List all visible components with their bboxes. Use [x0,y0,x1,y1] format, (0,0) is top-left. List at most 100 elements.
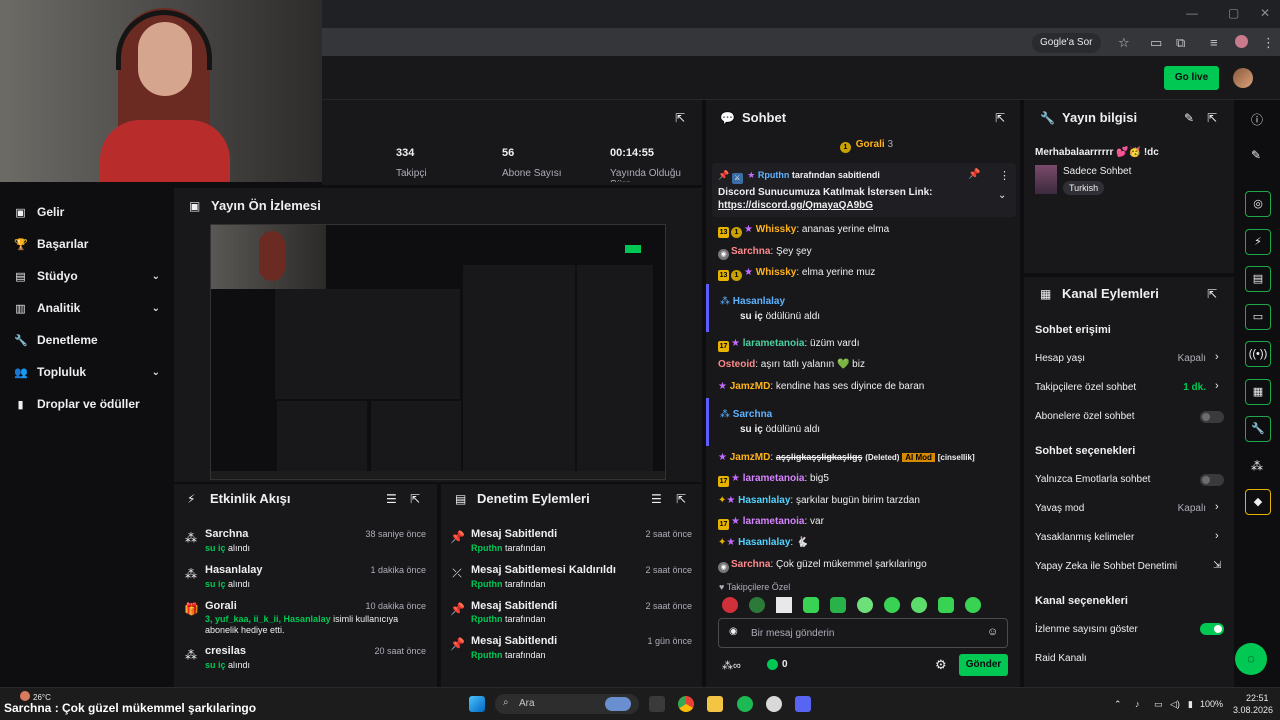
account-age-value[interactable]: Kapalı [1150,353,1206,364]
chevron-right-icon[interactable]: › [1215,501,1219,513]
sidebar-item-moderation[interactable]: 🔧 Denetleme [14,330,160,350]
maximize-icon[interactable]: ▢ [1228,6,1239,20]
spotify-icon[interactable] [737,696,753,712]
deleted-message[interactable]: ★ JamzMD: aşşligkaşşligkaşligş (Deleted)… [718,452,975,463]
chevron-right-icon[interactable]: › [1215,351,1219,363]
microphone-icon[interactable]: ♪ [1135,699,1140,709]
slow-mode-label[interactable]: Yavaş mod [1035,503,1084,514]
account-age-label[interactable]: Hesap yaşı [1035,353,1085,364]
viewer-count-toggle[interactable] [1200,623,1224,635]
document-icon[interactable]: ▤ [1245,266,1271,292]
profile-avatar-icon[interactable] [1235,35,1248,48]
broadcast-icon[interactable]: ((•)) [1245,341,1271,367]
send-button[interactable]: Gönder [959,654,1008,676]
emote-only-toggle[interactable] [1200,474,1224,486]
chat-message[interactable]: Osteoid: aşırı tatlı yalanın 💚 biz [718,359,865,370]
battery-icon[interactable]: ▮ [1188,699,1193,710]
chat-message[interactable]: ◉ Sarchna: Çok güzel mükemmel şarkılaring… [718,559,927,573]
banned-words-label[interactable]: Yasaklanmış kelimeler [1035,532,1134,543]
chevron-right-icon[interactable]: › [1215,530,1219,542]
emote-icon[interactable] [911,597,927,613]
emote-icon[interactable] [776,597,792,613]
emoji-icon[interactable]: ☺ [987,626,998,638]
redeem-message[interactable]: ⁂ Hasanlalay [720,296,785,307]
chat-message[interactable]: ★ JamzMD: kendine has ses diyince de bar… [718,381,924,392]
chat-message[interactable]: ✦★ Hasanlalay: 🐇 [718,537,808,548]
popout-icon[interactable]: ⇱ [1207,111,1217,125]
pin-toggle-icon[interactable]: 📌 [968,169,980,180]
emote-icon[interactable] [938,597,954,613]
sidebar-item-achievements[interactable]: 🏆 Başarılar [14,234,160,254]
minimize-icon[interactable]: — [1186,6,1198,20]
sidebar-item-community[interactable]: 👥 Topluluk ⌄ [14,362,160,382]
chevron-right-icon[interactable]: › [1215,380,1219,392]
filter-icon[interactable]: ☰ [386,492,397,506]
redeems-icon[interactable]: ⁂ [1251,459,1263,473]
weather-icon[interactable] [20,691,30,701]
chat-message[interactable]: ◉ Sarchna: Şey şey [718,246,812,260]
pinned-link[interactable]: https://discord.gg/QmayaQA9bG [718,200,873,211]
emote-icon[interactable] [857,597,873,613]
task-view-icon[interactable] [649,696,665,712]
popout-icon[interactable]: ⇱ [410,492,420,506]
edit-icon[interactable]: ✎ [1184,111,1194,125]
chat-message[interactable]: ✦★ Hasanlalay: şarkılar bugün birim tarz… [718,495,920,506]
taskbar-search[interactable]: ⌕ Ara [495,694,639,714]
user-avatar[interactable] [1233,68,1253,88]
sub-chat-toggle[interactable] [1200,411,1224,423]
more-options-icon[interactable]: ⋮ [999,169,1010,182]
discord-icon[interactable] [795,696,811,712]
follower-chat-value[interactable]: 1 dk. [1150,382,1206,393]
cast-icon[interactable]: ▭ [1150,35,1162,51]
filter-icon[interactable]: ☰ [651,492,662,506]
chat-settings-gear-icon[interactable]: ⚙ [935,657,947,673]
chat-message[interactable]: 13 1 ★ Whissky: elma yerine muz [718,267,875,281]
pencil-icon[interactable]: ✎ [1251,148,1261,162]
extensions-icon[interactable]: ⧉ [1176,35,1185,51]
slow-mode-value[interactable]: Kapalı [1150,503,1206,514]
chrome-icon[interactable] [678,696,694,712]
popout-icon[interactable]: ⇱ [676,492,686,506]
external-link-icon[interactable]: ⇲ [1213,560,1221,571]
sidebar-item-revenue[interactable]: ▣ Gelir [14,202,160,222]
emote-icon[interactable] [830,597,846,613]
close-window-icon[interactable]: ✕ [1260,6,1270,20]
lightning-icon[interactable]: ⚡ [1245,229,1271,255]
popout-icon[interactable]: ⇱ [675,111,685,125]
obs-icon[interactable] [766,696,782,712]
channel-icon[interactable]: ▦ [1245,379,1271,405]
emote-icon[interactable] [722,597,738,613]
emote-icon[interactable] [749,597,765,613]
chat-message[interactable]: 17 ★ larametanoia: üzüm vardı [718,338,859,352]
clip-icon[interactable]: ◎ [1245,191,1271,217]
clock-time[interactable]: 22:51 [1246,693,1269,703]
chat-message[interactable]: 17 ★ larametanoia: var [718,516,824,530]
popout-icon[interactable]: ⇱ [1207,287,1217,301]
reading-list-icon[interactable]: ≡ [1210,35,1218,50]
chat-message[interactable]: 13 1 ★ Whissky: ananas yerine elma [718,224,889,238]
channel-points-icon[interactable] [767,659,778,670]
emote-icon[interactable] [803,597,819,613]
chat-settings-icon[interactable]: ◉ [729,626,738,637]
clock-date[interactable]: 3.08.2026 [1233,705,1273,715]
windows-start-icon[interactable] [469,696,485,712]
ask-google-button[interactable]: Gogle'a Sor [1032,33,1101,53]
tray-overflow-icon[interactable]: ⌃ [1114,699,1122,710]
wrench-icon[interactable]: 🔧 [1245,416,1271,442]
sidebar-item-studio[interactable]: ▤ Stüdyo ⌄ [14,266,160,286]
go-live-button[interactable]: Go live [1164,66,1219,90]
redeem-message[interactable]: ⁂ Sarchna [720,409,772,420]
follower-chat-label[interactable]: Takipçilere özel sohbet [1035,382,1136,393]
popout-icon[interactable]: ⇱ [995,111,1005,125]
top-gifter[interactable]: 1 Gorali 3 [840,139,893,153]
network-icon[interactable]: ▭ [1154,699,1163,710]
browser-menu-icon[interactable]: ⋮ [1262,35,1275,51]
chevron-down-icon[interactable]: ⌄ [998,190,1006,201]
chat-message[interactable]: 17 ★ larametanoia: big5 [718,473,829,487]
chat-input[interactable]: ◉ Bir mesaj gönderin ☺ [718,618,1008,648]
bookmark-star-icon[interactable]: ☆ [1118,35,1130,51]
emote-icon[interactable] [884,597,900,613]
ai-mod-label[interactable]: Yapay Zeka ile Sohbet Denetimi [1035,561,1177,572]
file-explorer-icon[interactable] [707,696,723,712]
volume-icon[interactable]: ◁) [1170,699,1180,710]
